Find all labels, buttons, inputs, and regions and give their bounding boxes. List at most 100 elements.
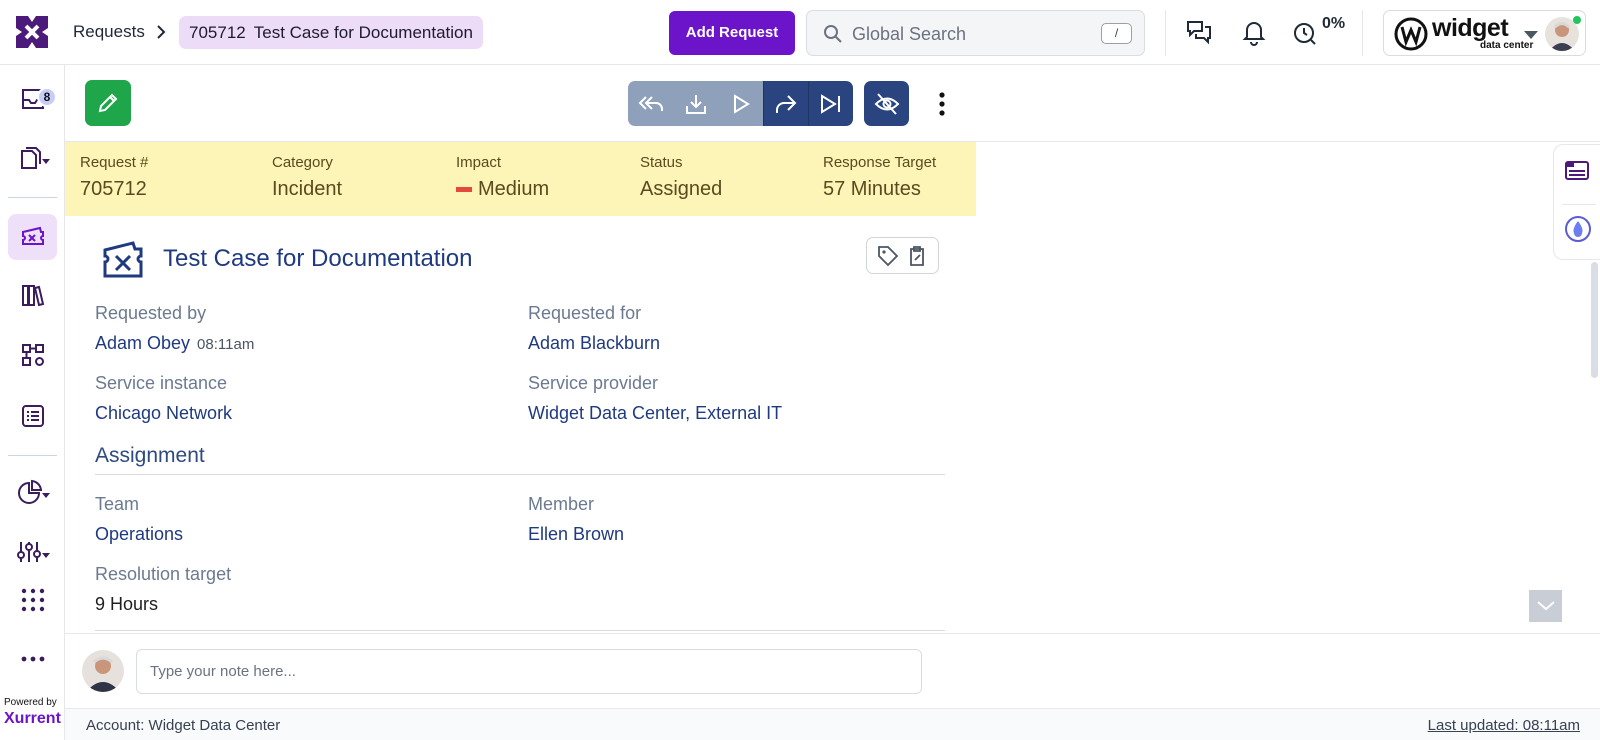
summary-label: Request #	[80, 154, 149, 171]
field-label: Requested by	[95, 303, 207, 323]
current-user-avatar	[82, 650, 124, 692]
account-switcher[interactable]: widget data center	[1383, 10, 1586, 56]
summary-response-target: Response Target 57 Minutes	[823, 154, 936, 201]
online-status-dot	[1573, 16, 1581, 24]
sidebar-item-apps[interactable]	[8, 577, 57, 623]
analytics-icon	[17, 479, 50, 504]
assignment-section-title: Assignment	[95, 444, 205, 467]
field-value: 9 Hours	[95, 594, 159, 614]
scroll-down-button[interactable]	[1529, 590, 1562, 622]
sidebar-item-more[interactable]	[8, 636, 57, 682]
download-button[interactable]	[673, 81, 718, 126]
request-title: Test Case for Documentation	[163, 245, 473, 272]
reply-all-button[interactable]	[628, 81, 673, 126]
breadcrumb-current-request[interactable]: 705712 Test Case for Documentation	[179, 16, 483, 49]
timer-icon[interactable]	[1291, 18, 1319, 46]
summary-label: Status	[640, 154, 683, 171]
service-provider-link[interactable]: Widget Data Center, External IT	[528, 403, 782, 424]
account-logo-name: widget	[1432, 14, 1509, 42]
more-options-icon[interactable]	[932, 90, 952, 118]
apps-grid-icon	[21, 588, 44, 612]
sidebar-item-library[interactable]	[8, 272, 57, 318]
team-link[interactable]: Operations	[95, 524, 183, 545]
summary-impact-value: Medium	[456, 178, 549, 201]
requested-time: 08:11am	[197, 336, 255, 353]
divider	[1165, 10, 1166, 56]
sidebar-divider	[8, 455, 57, 456]
summary-request-number: Request # 705712	[80, 154, 148, 201]
eye-off-icon	[874, 92, 899, 115]
summary-status: Status Assigned	[640, 154, 722, 201]
sidebar-item-workflows[interactable]	[8, 332, 57, 378]
member-field: Member Ellen Brown	[528, 494, 624, 545]
field-label: Team	[95, 494, 140, 514]
search-placeholder: Global Search	[852, 24, 967, 44]
clipboard-link-icon[interactable]	[906, 245, 928, 267]
service-instance-field: Service instance Chicago Network	[95, 373, 232, 424]
field-label: Service provider	[528, 373, 659, 393]
field-value: Adam Obey 08:11am	[95, 333, 254, 354]
summary-label: Category	[272, 154, 333, 171]
ticket-icon	[103, 241, 143, 278]
chevron-right-icon	[157, 25, 166, 39]
summary-label: Response Target	[823, 154, 937, 171]
tag-icon[interactable]	[877, 245, 899, 267]
summary-value: Medium	[478, 178, 550, 200]
resolution-target-field: Resolution target 9 Hours	[95, 564, 231, 615]
side-panel-tabs	[1553, 144, 1600, 260]
sidebar-item-requests[interactable]	[8, 214, 57, 260]
account-label: Account: Widget Data Center	[86, 717, 281, 734]
list-icon	[21, 405, 44, 427]
skip-next-button[interactable]	[808, 81, 853, 126]
chevron-down-icon	[1536, 601, 1555, 611]
ticket-icon	[21, 226, 44, 245]
brand-name[interactable]: Xurrent	[4, 710, 61, 728]
start-button[interactable]	[718, 81, 763, 126]
footer-bar	[65, 708, 1600, 740]
pencil-icon	[98, 93, 118, 113]
global-search[interactable]: Global Search /	[806, 10, 1145, 56]
requested-by-link[interactable]: Adam Obey	[95, 333, 190, 354]
edit-button[interactable]	[85, 80, 131, 126]
note-input[interactable]	[136, 649, 922, 694]
forward-button[interactable]	[763, 81, 808, 126]
search-icon	[824, 25, 842, 43]
member-link[interactable]: Ellen Brown	[528, 524, 624, 545]
more-icon	[21, 656, 44, 662]
forward-icon	[776, 94, 797, 113]
skip-next-icon	[821, 93, 840, 114]
panel-divider	[1562, 204, 1596, 205]
sidebar-item-inbox[interactable]: 8	[8, 75, 57, 121]
workflow-icon	[21, 344, 44, 366]
summary-value: 57 Minutes	[823, 178, 921, 200]
ai-assistant-icon[interactable]	[1564, 215, 1592, 243]
sidebar-item-analytics[interactable]	[8, 469, 57, 515]
summary-category: Category Incident	[272, 154, 342, 201]
toggle-visibility-button[interactable]	[864, 81, 909, 126]
sidebar-item-list[interactable]	[8, 393, 57, 439]
search-shortcut-key: /	[1101, 23, 1132, 44]
details-panel-icon[interactable]	[1564, 157, 1590, 183]
add-request-button[interactable]: Add Request	[669, 11, 795, 55]
field-label: Requested for	[528, 303, 642, 323]
settings-sliders-icon	[16, 542, 50, 562]
bell-icon[interactable]	[1240, 18, 1268, 46]
app-logo-icon[interactable]	[14, 14, 50, 50]
requested-for-link[interactable]: Adam Blackburn	[528, 333, 660, 354]
chat-icon[interactable]	[1185, 18, 1213, 46]
sidebar-divider	[8, 197, 57, 198]
breadcrumb-requests[interactable]: Requests	[73, 22, 145, 42]
last-updated-link[interactable]: Last updated: 08:11am	[1428, 717, 1580, 734]
scrollbar-thumb[interactable]	[1591, 262, 1598, 378]
requested-for-field: Requested for Adam Blackburn	[528, 303, 660, 354]
widget-logo-icon	[1394, 17, 1428, 51]
impact-level-marker	[456, 187, 472, 192]
service-provider-field: Service provider Widget Data Center, Ext…	[528, 373, 782, 424]
section-divider	[95, 630, 945, 631]
service-instance-link[interactable]: Chicago Network	[95, 403, 232, 424]
account-logo-subtitle: data center	[1480, 40, 1534, 51]
sidebar-item-copies[interactable]	[8, 135, 57, 181]
sidebar-item-settings[interactable]	[8, 529, 57, 575]
field-label: Member	[528, 494, 595, 514]
inbox-count-badge: 8	[37, 87, 57, 107]
